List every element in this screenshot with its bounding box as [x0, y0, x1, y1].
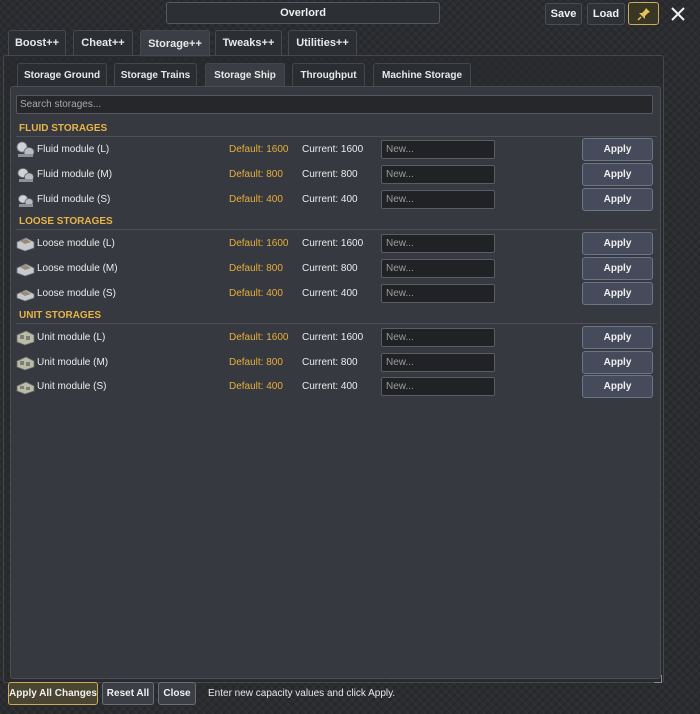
current-value: Current: 400: [302, 381, 358, 392]
window-title-text: Overlord: [280, 7, 326, 19]
fluid-module-icon: [17, 168, 34, 182]
new-capacity-input[interactable]: [381, 165, 495, 184]
storage-name: Loose module (L): [37, 238, 115, 249]
apply-button[interactable]: Apply: [582, 257, 653, 280]
close-icon: [671, 7, 685, 21]
storage-row: Fluid module (L) Default: 1600 Current: …: [16, 138, 656, 161]
loose-module-icon: [16, 263, 35, 277]
apply-button[interactable]: Apply: [582, 375, 653, 398]
section-title-unit: UNIT STORAGES: [19, 310, 102, 321]
tab-boost[interactable]: Boost++: [8, 30, 66, 55]
apply-button[interactable]: Apply: [582, 351, 653, 374]
loose-module-icon: [16, 289, 35, 302]
section-title-loose: LOOSE STORAGES: [19, 216, 113, 227]
current-value: Current: 1600: [302, 144, 364, 155]
default-value: Default: 800: [229, 357, 283, 368]
new-capacity-input[interactable]: [381, 284, 495, 303]
fluid-module-icon: [18, 194, 34, 207]
resize-handle[interactable]: [654, 675, 662, 683]
storage-name: Loose module (M): [37, 263, 118, 274]
pin-icon: [636, 7, 650, 21]
subtab-storage-ground[interactable]: Storage Ground: [17, 63, 107, 87]
storage-name: Loose module (S): [37, 288, 116, 299]
overlord-window: Overlord Save Load Boost++ Cheat++ Stora…: [0, 0, 700, 714]
unit-module-icon: [16, 330, 35, 346]
unit-module-icon: [16, 356, 35, 371]
new-capacity-input[interactable]: [381, 328, 495, 347]
apply-button[interactable]: Apply: [582, 232, 653, 255]
current-value: Current: 1600: [302, 332, 364, 343]
storage-row: Fluid module (S) Default: 400 Current: 4…: [16, 188, 656, 211]
apply-button[interactable]: Apply: [582, 138, 653, 161]
default-value: Default: 400: [229, 381, 283, 392]
section-title-fluid: FLUID STORAGES: [19, 123, 108, 134]
tab-cheat[interactable]: Cheat++: [73, 30, 133, 55]
apply-button[interactable]: Apply: [582, 282, 653, 305]
footer-hint: Enter new capacity values and click Appl…: [208, 688, 396, 699]
new-capacity-input[interactable]: [381, 377, 495, 396]
storage-name: Unit module (L): [37, 332, 106, 343]
default-value: Default: 400: [229, 194, 283, 205]
storage-row: Unit module (M) Default: 800 Current: 80…: [16, 351, 656, 374]
load-button[interactable]: Load: [587, 3, 625, 25]
window-title: Overlord: [166, 2, 440, 24]
tab-tweaks[interactable]: Tweaks++: [215, 30, 282, 55]
loose-module-icon: [16, 237, 35, 252]
current-value: Current: 800: [302, 169, 358, 180]
storage-row: Loose module (M) Default: 800 Current: 8…: [16, 257, 656, 280]
storage-name: Fluid module (M): [37, 169, 113, 180]
default-value: Default: 800: [229, 169, 283, 180]
apply-button[interactable]: Apply: [582, 188, 653, 211]
reset-all-button[interactable]: Reset All: [102, 682, 154, 705]
close-button[interactable]: Close: [158, 682, 196, 705]
storage-row: Loose module (S) Default: 400 Current: 4…: [16, 282, 656, 305]
storage-name: Fluid module (S): [37, 194, 111, 205]
current-value: Current: 800: [302, 263, 358, 274]
save-button[interactable]: Save: [545, 3, 582, 25]
subtab-storage-trains[interactable]: Storage Trains: [114, 63, 197, 87]
subtab-storage-ship[interactable]: Storage Ship: [205, 63, 285, 87]
unit-module-icon: [16, 381, 35, 395]
subtab-throughput[interactable]: Throughput: [292, 63, 365, 87]
storage-row: Unit module (S) Default: 400 Current: 40…: [16, 375, 656, 398]
section-divider: [16, 136, 657, 137]
default-value: Default: 1600: [229, 238, 289, 249]
storage-row: Loose module (L) Default: 1600 Current: …: [16, 232, 656, 255]
section-divider: [16, 323, 657, 324]
tab-storage[interactable]: Storage++: [140, 30, 210, 57]
storage-row: Fluid module (M) Default: 800 Current: 8…: [16, 163, 656, 186]
default-value: Default: 1600: [229, 144, 289, 155]
apply-button[interactable]: Apply: [582, 163, 653, 186]
tab-utilities[interactable]: Utilities++: [288, 30, 357, 55]
new-capacity-input[interactable]: [381, 140, 495, 159]
apply-all-changes-button[interactable]: Apply All Changes: [8, 682, 98, 705]
default-value: Default: 400: [229, 288, 283, 299]
close-window-button[interactable]: [665, 2, 691, 26]
pin-button[interactable]: [628, 2, 659, 25]
apply-button[interactable]: Apply: [582, 326, 653, 349]
search-input[interactable]: [16, 95, 653, 114]
new-capacity-input[interactable]: [381, 259, 495, 278]
fluid-module-icon: [16, 141, 35, 157]
new-capacity-input[interactable]: [381, 190, 495, 209]
storage-row: Unit module (L) Default: 1600 Current: 1…: [16, 326, 656, 349]
new-capacity-input[interactable]: [381, 353, 495, 372]
storage-name: Unit module (S): [37, 381, 107, 392]
new-capacity-input[interactable]: [381, 234, 495, 253]
storage-name: Fluid module (L): [37, 144, 110, 155]
default-value: Default: 800: [229, 263, 283, 274]
current-value: Current: 1600: [302, 238, 364, 249]
section-divider: [16, 229, 657, 230]
current-value: Current: 800: [302, 357, 358, 368]
default-value: Default: 1600: [229, 332, 289, 343]
storage-name: Unit module (M): [37, 357, 109, 368]
subtab-machine-storage[interactable]: Machine Storage: [373, 63, 471, 87]
current-value: Current: 400: [302, 194, 358, 205]
current-value: Current: 400: [302, 288, 358, 299]
